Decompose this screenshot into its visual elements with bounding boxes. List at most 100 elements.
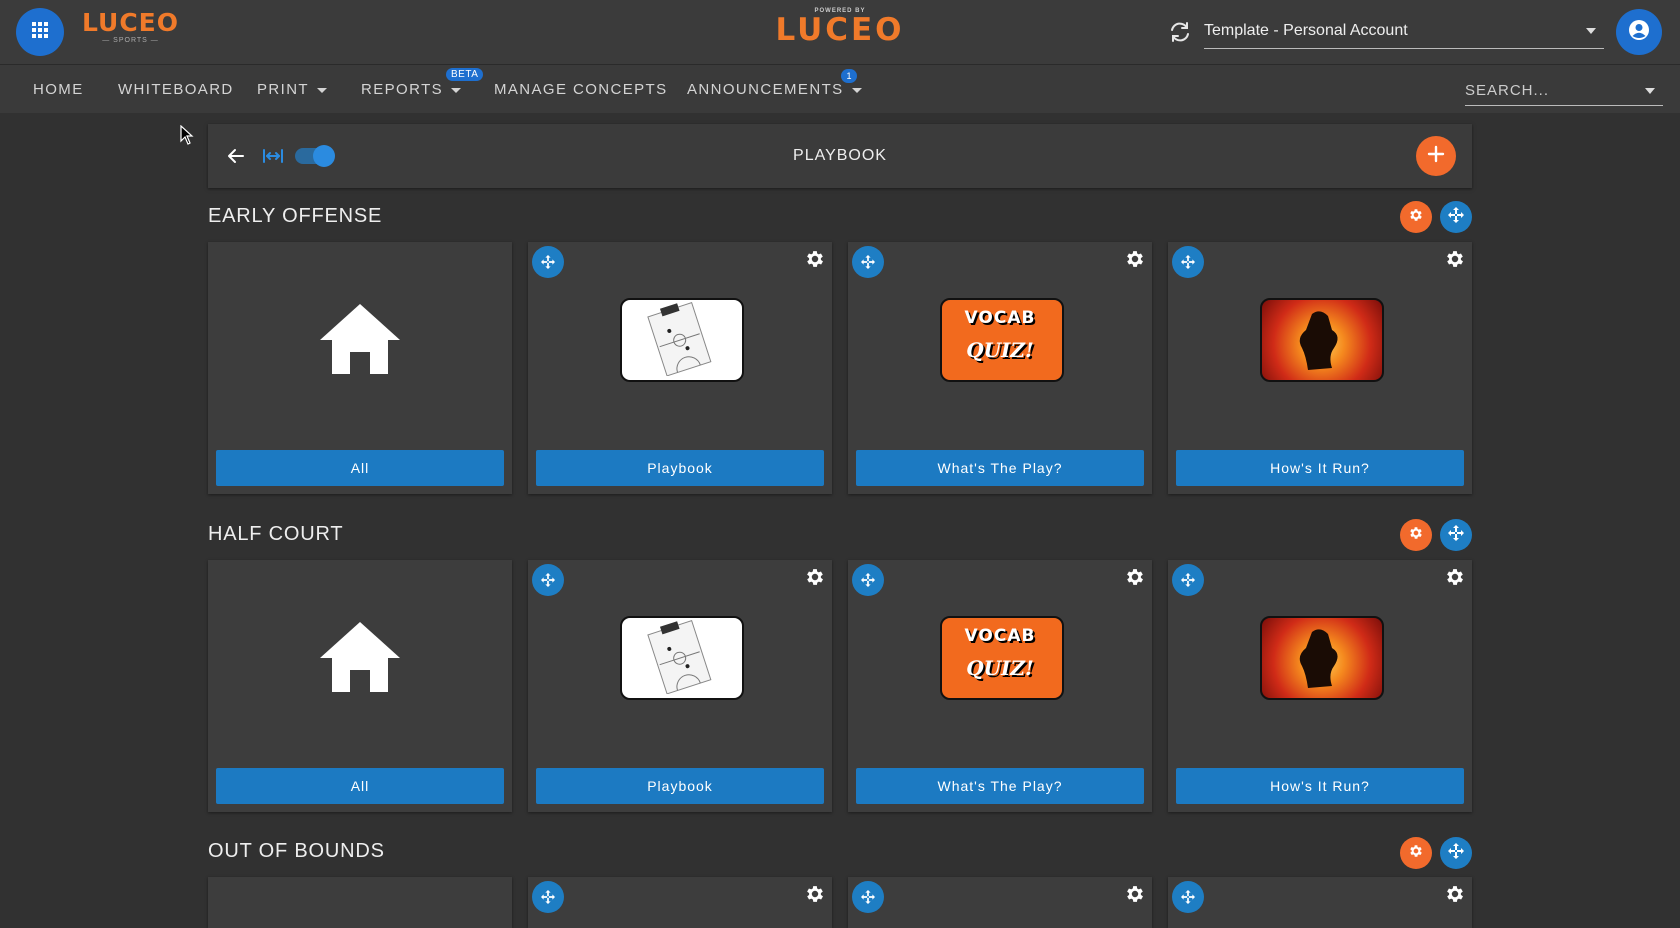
concept-card-all[interactable]: All xyxy=(208,242,512,494)
gear-icon xyxy=(1408,525,1424,546)
user-circle-icon xyxy=(1628,19,1650,46)
brand-logo-text: LUCEO xyxy=(82,8,180,37)
move-arrows-icon xyxy=(1448,524,1464,546)
gear-icon[interactable] xyxy=(1124,248,1146,275)
chevron-down-icon xyxy=(451,87,462,93)
playbook-header: PLAYBOOK xyxy=(208,124,1472,188)
gear-icon[interactable] xyxy=(804,248,826,275)
search-placeholder: SEARCH... xyxy=(1465,82,1550,99)
gear-icon[interactable] xyxy=(804,883,826,910)
section-settings-button[interactable] xyxy=(1400,201,1432,233)
top-app-bar: LUCEO — SPORTS — POWERED BY LUCEO Templa… xyxy=(0,0,1680,64)
account-select[interactable]: Template - Personal Account xyxy=(1204,14,1604,49)
section-title: HALF COURT xyxy=(208,523,344,545)
gear-icon xyxy=(1408,207,1424,228)
nav-whiteboard[interactable]: WHITEBOARD xyxy=(118,81,234,98)
chevron-down-icon xyxy=(1645,88,1655,94)
nav-home[interactable]: HOME xyxy=(33,81,84,98)
move-icon[interactable] xyxy=(532,246,564,278)
concept-card[interactable] xyxy=(1168,877,1472,928)
how-it-runs-image xyxy=(1260,298,1384,382)
main-nav: HOME WHITEBOARD PRINT REPORTS BETA MANAG… xyxy=(0,64,1680,113)
move-icon[interactable] xyxy=(1172,564,1204,596)
section-settings-button[interactable] xyxy=(1400,519,1432,551)
move-icon[interactable] xyxy=(852,246,884,278)
nav-reports-label: REPORTS xyxy=(361,81,444,98)
move-icon[interactable] xyxy=(852,564,884,596)
section-settings-button[interactable] xyxy=(1400,837,1432,869)
quiz-text: QUIZ! xyxy=(966,338,1034,362)
nav-manage-concepts[interactable]: MANAGE CONCEPTS xyxy=(494,81,668,98)
nav-announcements[interactable]: ANNOUNCEMENTS xyxy=(687,81,862,98)
concept-card-all[interactable]: All xyxy=(208,560,512,812)
gear-icon[interactable] xyxy=(1444,883,1466,910)
nav-print-label: PRINT xyxy=(257,81,309,98)
card-button-all[interactable]: All xyxy=(216,768,504,804)
brand-logo[interactable]: LUCEO — SPORTS — xyxy=(82,8,180,45)
move-icon[interactable] xyxy=(852,881,884,913)
move-icon[interactable] xyxy=(1172,246,1204,278)
vocab-text: VOCAB xyxy=(964,308,1036,328)
card-button-playbook[interactable]: Playbook xyxy=(536,768,824,804)
apps-menu-button[interactable] xyxy=(16,8,64,56)
move-icon[interactable] xyxy=(532,881,564,913)
powered-by-brand: LUCEO xyxy=(775,12,905,48)
section-title: OUT OF BOUNDS xyxy=(208,840,385,862)
concept-card-hows-it-run[interactable]: How's It Run? xyxy=(1168,242,1472,494)
powered-by-logo: POWERED BY LUCEO xyxy=(770,8,910,46)
announcements-count-badge: 1 xyxy=(841,69,857,83)
gear-icon[interactable] xyxy=(1124,883,1146,910)
page-title: PLAYBOOK xyxy=(793,147,887,164)
how-it-runs-image xyxy=(1260,616,1384,700)
concept-card-hows-it-run[interactable]: How's It Run? xyxy=(1168,560,1472,812)
section-move-button[interactable] xyxy=(1440,201,1472,233)
gear-icon[interactable] xyxy=(804,566,826,593)
grid-icon xyxy=(31,21,49,44)
section-title: EARLY OFFENSE xyxy=(208,205,383,227)
brand-logo-subtext: — SPORTS — xyxy=(102,37,159,44)
plus-icon xyxy=(1427,145,1445,168)
move-arrows-icon xyxy=(1448,206,1464,228)
card-button-whats-the-play[interactable]: What's The Play? xyxy=(856,768,1144,804)
nav-print[interactable]: PRINT xyxy=(257,81,327,98)
user-menu-button[interactable] xyxy=(1616,9,1662,55)
vocab-quiz-image: VOCAB QUIZ! xyxy=(940,616,1064,700)
concept-card-whats-the-play[interactable]: VOCAB QUIZ! What's The Play? xyxy=(848,242,1152,494)
home-icon xyxy=(318,302,402,381)
concept-card[interactable] xyxy=(528,877,832,928)
move-icon[interactable] xyxy=(1172,881,1204,913)
mouse-cursor-icon xyxy=(180,124,194,150)
concept-card[interactable] xyxy=(848,877,1152,928)
card-button-whats-the-play[interactable]: What's The Play? xyxy=(856,450,1144,486)
gear-icon xyxy=(1408,843,1424,864)
gear-icon[interactable] xyxy=(1444,248,1466,275)
nav-reports[interactable]: REPORTS xyxy=(361,81,462,98)
search-select[interactable]: SEARCH... xyxy=(1465,75,1663,106)
refresh-icon[interactable] xyxy=(1168,20,1192,44)
gear-icon[interactable] xyxy=(1124,566,1146,593)
playbook-clipboard-image xyxy=(620,616,744,700)
section-move-button[interactable] xyxy=(1440,519,1472,551)
gear-icon[interactable] xyxy=(1444,566,1466,593)
chevron-down-icon xyxy=(317,87,327,93)
move-arrows-icon xyxy=(1448,842,1464,864)
quiz-text: QUIZ! xyxy=(966,656,1034,680)
add-section-button[interactable] xyxy=(1416,136,1456,176)
beta-badge: BETA xyxy=(446,68,484,81)
vocab-text: VOCAB xyxy=(964,626,1036,646)
card-button-playbook[interactable]: Playbook xyxy=(536,450,824,486)
chevron-down-icon xyxy=(1586,28,1596,34)
concept-card-playbook[interactable]: Playbook xyxy=(528,560,832,812)
concept-card[interactable] xyxy=(208,877,512,928)
section-move-button[interactable] xyxy=(1440,837,1472,869)
card-button-all[interactable]: All xyxy=(216,450,504,486)
concept-card-whats-the-play[interactable]: VOCAB QUIZ! What's The Play? xyxy=(848,560,1152,812)
playbook-clipboard-image xyxy=(620,298,744,382)
card-button-hows-it-run[interactable]: How's It Run? xyxy=(1176,450,1464,486)
home-icon xyxy=(318,620,402,699)
move-icon[interactable] xyxy=(532,564,564,596)
account-select-value: Template - Personal Account xyxy=(1204,22,1408,39)
nav-announcements-label: ANNOUNCEMENTS xyxy=(687,81,844,98)
concept-card-playbook[interactable]: Playbook xyxy=(528,242,832,494)
card-button-hows-it-run[interactable]: How's It Run? xyxy=(1176,768,1464,804)
